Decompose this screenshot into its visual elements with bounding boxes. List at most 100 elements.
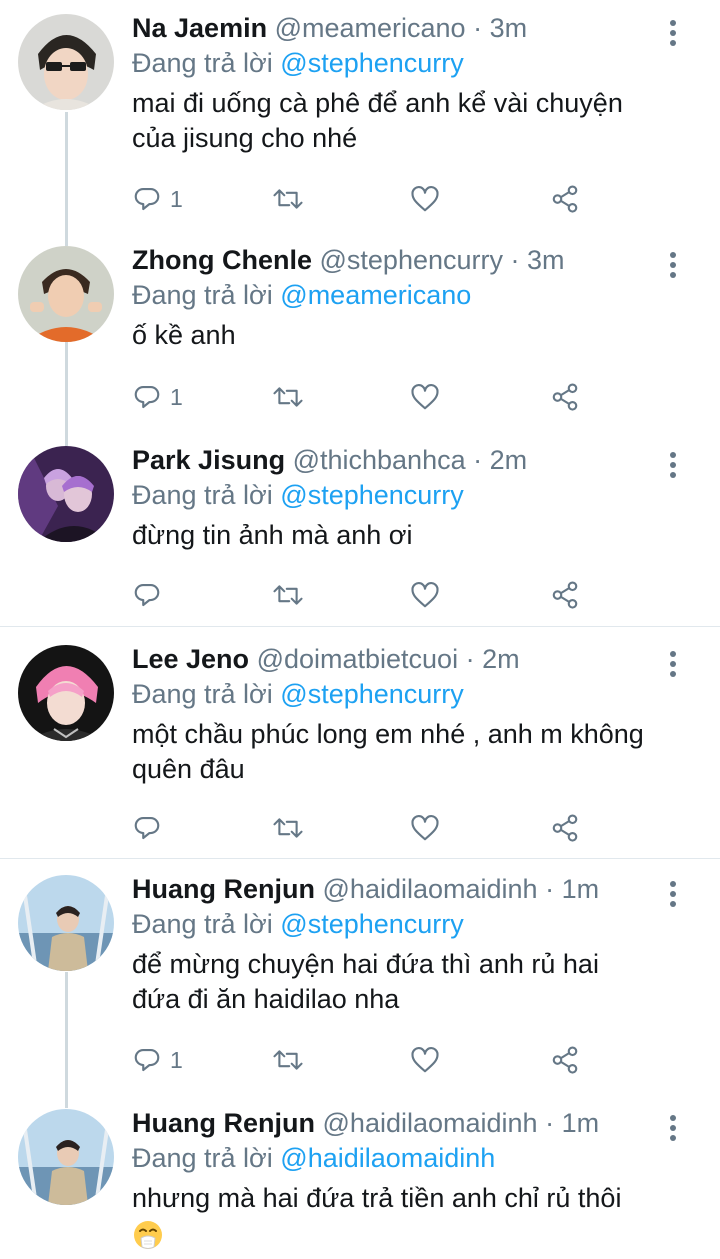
- timestamp[interactable]: 2m: [490, 445, 528, 475]
- replying-to: Đang trả lời @haidilaomaidinh: [132, 1141, 690, 1175]
- timestamp[interactable]: 1m: [562, 1108, 600, 1138]
- replying-to: Đang trả lời @stephencurry: [132, 907, 690, 941]
- tweet[interactable]: Huang Renjun @haidilaomaidinh · 1m Đang …: [0, 1093, 720, 1259]
- tweet-text-line: mai đi uống cà phê để anh kể vài chuyện: [132, 88, 623, 118]
- retweet-button[interactable]: [272, 380, 304, 414]
- more-options-button[interactable]: [668, 651, 678, 681]
- display-name[interactable]: Huang Renjun: [132, 874, 315, 904]
- display-name[interactable]: Lee Jeno: [132, 644, 249, 674]
- share-button[interactable]: [550, 182, 580, 216]
- heart-icon: [411, 815, 439, 841]
- mention-link[interactable]: @stephencurry: [280, 480, 464, 510]
- timestamp[interactable]: 3m: [527, 245, 565, 275]
- username[interactable]: @haidilaomaidinh: [323, 1108, 538, 1138]
- tweet-header: Huang Renjun @haidilaomaidinh · 1m: [132, 1107, 690, 1139]
- heart-icon: [411, 582, 439, 608]
- mention-link[interactable]: @meamericano: [280, 280, 471, 310]
- tweet-text: nhưng mà hai đứa trả tiền anh chỉ rủ thô…: [132, 1181, 690, 1251]
- like-button[interactable]: [410, 380, 440, 414]
- avatar[interactable]: [18, 14, 114, 110]
- tweet-actions: 1: [132, 182, 592, 216]
- tweet-text: đừng tin ảnh mà anh ơi: [132, 518, 690, 553]
- replying-to: Đang trả lời @meamericano: [132, 278, 690, 312]
- replying-to-label: Đang trả lời: [132, 679, 273, 709]
- display-name[interactable]: Zhong Chenle: [132, 245, 312, 275]
- like-button[interactable]: [410, 1043, 440, 1077]
- tweet[interactable]: Park Jisung @thichbanhca · 2m Đang trả l…: [0, 440, 720, 626]
- like-button[interactable]: [410, 811, 440, 845]
- tweet[interactable]: Na Jaemin @meamericano · 3m Đang trả lời…: [0, 0, 720, 240]
- like-button[interactable]: [410, 578, 440, 612]
- mention-link[interactable]: @stephencurry: [280, 909, 464, 939]
- tweet-text-line: của jisung cho nhé: [132, 123, 358, 153]
- more-vertical-icon: [668, 881, 678, 907]
- retweet-button[interactable]: [272, 182, 304, 216]
- replying-to-label: Đang trả lời: [132, 1143, 273, 1173]
- more-options-button[interactable]: [668, 1115, 678, 1145]
- reply-count: 1: [170, 1046, 183, 1073]
- more-vertical-icon: [668, 252, 678, 278]
- retweet-icon: [273, 189, 303, 209]
- avatar[interactable]: [18, 246, 114, 342]
- share-icon: [552, 185, 578, 213]
- display-name[interactable]: Na Jaemin: [132, 13, 267, 43]
- reply-icon: [134, 1048, 160, 1072]
- username[interactable]: @doimatbietcuoi: [257, 644, 459, 674]
- username[interactable]: @meamericano: [275, 13, 466, 43]
- avatar[interactable]: [18, 875, 114, 971]
- separator-dot: ·: [545, 1108, 555, 1138]
- avatar[interactable]: [18, 645, 114, 741]
- reply-button[interactable]: 1: [132, 1043, 183, 1077]
- tweet[interactable]: Huang Renjun @haidilaomaidinh · 1m Đang …: [0, 859, 720, 1093]
- mention-link[interactable]: @haidilaomaidinh: [280, 1143, 495, 1173]
- username[interactable]: @haidilaomaidinh: [323, 874, 538, 904]
- tweet-text-line: đứa đi ăn haidilao nha: [132, 984, 400, 1014]
- tweet[interactable]: Zhong Chenle @stephencurry · 3m Đang trả…: [0, 240, 720, 440]
- tweet-text: để mừng chuyện hai đứa thì anh rủ hai đứ…: [132, 947, 690, 1017]
- username[interactable]: @stephencurry: [320, 245, 504, 275]
- replying-to-label: Đang trả lời: [132, 48, 273, 78]
- retweet-button[interactable]: [272, 811, 304, 845]
- timestamp[interactable]: 2m: [482, 644, 520, 674]
- username[interactable]: @thichbanhca: [293, 445, 466, 475]
- tweet[interactable]: Lee Jeno @doimatbietcuoi · 2m Đang trả l…: [0, 627, 720, 858]
- retweet-button[interactable]: [272, 578, 304, 612]
- like-button[interactable]: [410, 182, 440, 216]
- tweet-header: Park Jisung @thichbanhca · 2m: [132, 444, 690, 476]
- share-button[interactable]: [550, 1043, 580, 1077]
- avatar[interactable]: [18, 446, 114, 542]
- share-button[interactable]: [550, 578, 580, 612]
- reply-button[interactable]: [132, 578, 162, 612]
- share-button[interactable]: [550, 811, 580, 845]
- replying-to: Đang trả lời @stephencurry: [132, 677, 690, 711]
- mention-link[interactable]: @stephencurry: [280, 48, 464, 78]
- tweet-emoji-line: [132, 1216, 690, 1251]
- share-icon: [552, 383, 578, 411]
- reply-button[interactable]: 1: [132, 380, 183, 414]
- reply-button[interactable]: 1: [132, 182, 183, 216]
- more-options-button[interactable]: [668, 252, 678, 282]
- separator-dot: ·: [465, 644, 475, 674]
- heart-icon: [411, 384, 439, 410]
- timestamp[interactable]: 3m: [490, 13, 528, 43]
- tweet-text-line: ố kề anh: [132, 320, 236, 350]
- mention-link[interactable]: @stephencurry: [280, 679, 464, 709]
- replying-to-label: Đang trả lời: [132, 280, 273, 310]
- separator-dot: ·: [473, 445, 483, 475]
- display-name[interactable]: Huang Renjun: [132, 1108, 315, 1138]
- display-name[interactable]: Park Jisung: [132, 445, 285, 475]
- timestamp[interactable]: 1m: [562, 874, 600, 904]
- share-button[interactable]: [550, 380, 580, 414]
- share-icon: [552, 1046, 578, 1074]
- retweet-button[interactable]: [272, 1043, 304, 1077]
- tweet-actions: [132, 578, 592, 612]
- more-options-button[interactable]: [668, 452, 678, 482]
- avatar[interactable]: [18, 1109, 114, 1205]
- tweet-text-line: một chầu phúc long em nhé , anh m không: [132, 719, 644, 749]
- more-options-button[interactable]: [668, 881, 678, 911]
- reply-button[interactable]: [132, 811, 162, 845]
- tweet-header: Na Jaemin @meamericano · 3m: [132, 12, 690, 44]
- reply-icon: [134, 583, 160, 607]
- reply-icon: [134, 816, 160, 840]
- more-options-button[interactable]: [668, 20, 678, 50]
